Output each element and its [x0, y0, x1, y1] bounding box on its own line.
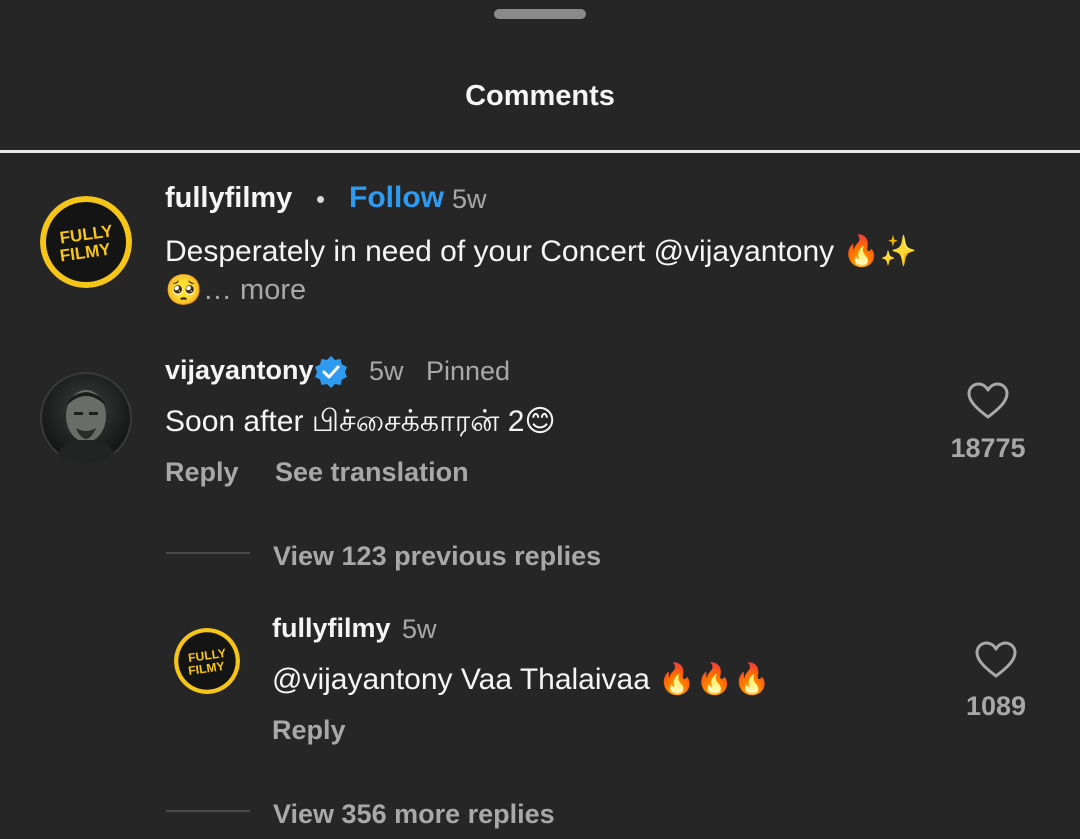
- separator-dot: •: [316, 184, 326, 214]
- like-count: 1089: [965, 691, 1027, 721]
- comment-username[interactable]: vijayantony: [165, 355, 314, 386]
- reply-button[interactable]: Reply: [165, 457, 239, 488]
- reply-button[interactable]: Reply: [272, 715, 346, 746]
- fully-filmy-logo-icon: FULLY FILMY: [174, 628, 240, 694]
- follow-button[interactable]: Follow: [349, 181, 444, 215]
- reply-username[interactable]: fullyfilmy: [272, 613, 391, 644]
- pinned-label: Pinned: [426, 356, 511, 386]
- thread-line: [166, 810, 250, 812]
- header-divider: [0, 150, 1080, 153]
- comment-text: Soon after பிச்சைக்காரன் 2😊: [165, 405, 556, 438]
- thread-line: [166, 552, 250, 554]
- profile-photo-icon: [40, 372, 132, 464]
- reply-time: 5w: [402, 614, 437, 644]
- heart-icon: [967, 382, 1009, 419]
- more-link[interactable]: … more: [203, 274, 306, 307]
- like-button[interactable]: [951, 640, 1041, 685]
- comments-sheet: Comments FULLY FILMY fullyfilmy • Follow…: [0, 0, 1080, 839]
- view-more-replies-button[interactable]: View 356 more replies: [273, 799, 555, 830]
- see-translation-button[interactable]: See translation: [275, 457, 469, 488]
- verified-badge-icon: [313, 354, 349, 390]
- fully-filmy-logo-icon: FULLY FILMY: [40, 196, 132, 288]
- comment-username[interactable]: fullyfilmy: [165, 182, 292, 215]
- avatar-vijayantony[interactable]: [40, 372, 132, 464]
- comment-text: Desperately in need of your Concert @vij…: [165, 235, 918, 268]
- heart-icon: [975, 641, 1017, 678]
- view-previous-replies-button[interactable]: View 123 previous replies: [273, 541, 601, 572]
- like-button[interactable]: [943, 381, 1033, 426]
- comment-emoji: 🥺: [165, 273, 203, 308]
- avatar-fullyfilmy[interactable]: FULLY FILMY: [40, 196, 132, 288]
- drag-handle[interactable]: [494, 9, 586, 19]
- sheet-title: Comments: [465, 80, 615, 112]
- avatar-fullyfilmy[interactable]: FULLY FILMY: [174, 628, 240, 694]
- reply-text: @vijayantony Vaa Thalaivaa 🔥🔥🔥: [272, 663, 771, 696]
- comment-time: 5w: [369, 356, 404, 386]
- comment-time: 5w: [452, 184, 487, 214]
- like-count: 18775: [950, 433, 1026, 463]
